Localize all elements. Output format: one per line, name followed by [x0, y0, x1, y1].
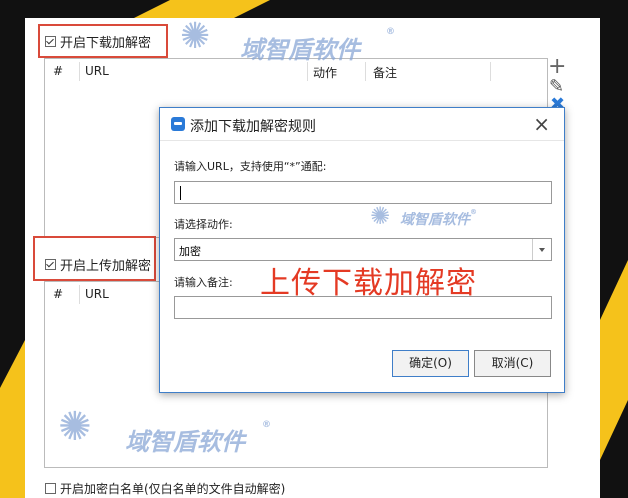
- watermark-registered-mark: ®: [386, 27, 395, 37]
- watermark-text: 域智盾软件: [125, 428, 245, 456]
- column-header-index: #: [53, 64, 64, 78]
- watermark-octopus-icon: ✺: [370, 202, 391, 230]
- column-header-url: URL: [85, 287, 109, 301]
- watermark-octopus-icon: ✺: [180, 16, 211, 57]
- title-divider: [160, 140, 564, 141]
- overlay-caption: 上传下载加解密: [260, 266, 477, 301]
- close-icon[interactable]: ×: [533, 112, 550, 136]
- checkbox-box[interactable]: [45, 483, 56, 494]
- watermark-octopus-icon: ✺: [58, 404, 92, 450]
- watermark-registered-mark: ®: [470, 208, 477, 216]
- column-header-note: 备注: [373, 66, 398, 80]
- cancel-button[interactable]: 取消(C): [474, 350, 551, 377]
- add-rule-dialog: 添加下载加解密规则 × 请输入URL，支持使用“*”通配: 请选择动作: 加密 …: [159, 107, 565, 393]
- action-label: 请选择动作:: [174, 218, 233, 231]
- ok-button[interactable]: 确定(O): [392, 350, 469, 377]
- note-label: 请输入备注:: [174, 276, 233, 289]
- column-header-action: 动作: [313, 66, 338, 80]
- whitelist-label: 开启加密白名单(仅白名单的文件自动解密): [60, 482, 286, 496]
- url-input[interactable]: [174, 181, 552, 204]
- watermark-text: 域智盾软件: [240, 36, 360, 64]
- text-caret: [180, 186, 181, 200]
- plus-icon[interactable]: +: [548, 56, 566, 78]
- action-select-value: 加密: [179, 245, 201, 258]
- url-label: 请输入URL，支持使用“*”通配:: [174, 160, 327, 173]
- dialog-title: 添加下载加解密规则: [190, 119, 316, 135]
- highlight-box-upload: [33, 236, 156, 281]
- highlight-box-download: [38, 24, 168, 58]
- chevron-down-icon[interactable]: [532, 239, 551, 260]
- column-header-url: URL: [85, 64, 109, 78]
- whitelist-checkbox[interactable]: 开启加密白名单(仅白名单的文件自动解密): [45, 480, 285, 497]
- column-header-index: #: [53, 287, 64, 301]
- watermark-registered-mark: ®: [262, 420, 271, 430]
- app-icon: [171, 117, 185, 131]
- watermark-text: 域智盾软件: [400, 212, 470, 228]
